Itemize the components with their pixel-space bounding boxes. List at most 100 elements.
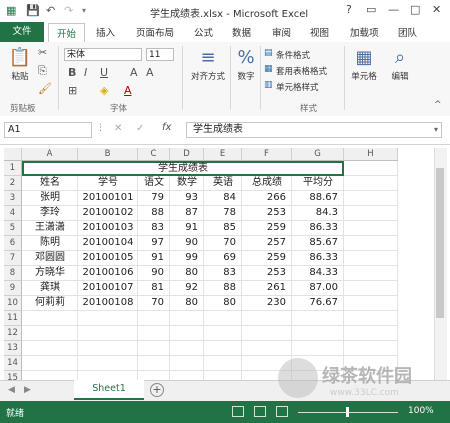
data-cell[interactable]: 85 xyxy=(204,221,242,236)
data-cell[interactable]: 20100101 xyxy=(78,191,138,206)
data-cell[interactable]: 80 xyxy=(170,296,204,311)
grid-cell[interactable] xyxy=(344,176,398,191)
column-header-c[interactable]: C xyxy=(138,148,170,161)
data-cell[interactable]: 257 xyxy=(242,236,292,251)
insert-function-icon[interactable]: fx xyxy=(162,122,171,133)
underline-icon[interactable]: U xyxy=(100,66,108,79)
grid-cell[interactable] xyxy=(344,236,398,251)
row-header-4[interactable]: 4 xyxy=(4,206,22,221)
data-cell[interactable]: 90 xyxy=(138,266,170,281)
data-cell[interactable]: 李玲 xyxy=(22,206,78,221)
copy-icon[interactable]: ⎘ xyxy=(38,64,47,78)
column-header-a[interactable]: A xyxy=(22,148,78,161)
grid-cell[interactable] xyxy=(344,311,398,326)
cancel-icon[interactable]: ✕ xyxy=(114,123,122,134)
format-as-table-button[interactable]: 套用表格格式 xyxy=(276,65,327,77)
tab-insert[interactable]: 插入 xyxy=(96,25,115,39)
header-cell[interactable]: 语文 xyxy=(138,176,170,191)
grid-cell[interactable] xyxy=(344,161,398,176)
zoom-slider-thumb[interactable] xyxy=(346,407,349,417)
grid-cell[interactable] xyxy=(344,281,398,296)
grid-cell[interactable] xyxy=(242,326,292,341)
grid-cell[interactable] xyxy=(242,311,292,326)
grid-cell[interactable] xyxy=(22,326,78,341)
header-cell[interactable]: 数学 xyxy=(170,176,204,191)
column-header-h[interactable]: H xyxy=(344,148,398,161)
grid-cell[interactable] xyxy=(344,221,398,236)
redo-icon[interactable]: ↷ xyxy=(64,4,73,18)
data-cell[interactable]: 261 xyxy=(242,281,292,296)
data-cell[interactable]: 259 xyxy=(242,221,292,236)
row-header-8[interactable]: 8 xyxy=(4,266,22,281)
grid-cell[interactable] xyxy=(204,326,242,341)
zoom-level[interactable]: 100% xyxy=(408,406,434,416)
data-cell[interactable]: 253 xyxy=(242,266,292,281)
cell-styles-button[interactable]: 单元格样式 xyxy=(276,81,319,93)
cells-button[interactable]: ▦ 单元格 xyxy=(346,46,382,82)
grid-cell[interactable] xyxy=(138,356,170,371)
data-cell[interactable]: 88.67 xyxy=(292,191,344,206)
grid-cell[interactable] xyxy=(344,191,398,206)
data-cell[interactable]: 王潇潇 xyxy=(22,221,78,236)
worksheet-grid[interactable]: ABCDEFGH12345678910111213141516学生成绩表姓名学号… xyxy=(4,148,432,401)
page-break-view-icon[interactable] xyxy=(276,406,288,417)
data-cell[interactable]: 230 xyxy=(242,296,292,311)
column-header-f[interactable]: F xyxy=(242,148,292,161)
header-cell[interactable]: 总成绩 xyxy=(242,176,292,191)
tab-file[interactable]: 文件 xyxy=(0,22,44,42)
data-cell[interactable]: 81 xyxy=(138,281,170,296)
prev-sheet-icon[interactable]: ◀ xyxy=(8,385,15,395)
sheet-tab-sheet1[interactable]: Sheet1 xyxy=(74,380,144,400)
data-cell[interactable]: 90 xyxy=(170,236,204,251)
row-header-10[interactable]: 10 xyxy=(4,296,22,311)
conditional-format-button[interactable]: 条件格式 xyxy=(276,49,310,61)
tab-data[interactable]: 数据 xyxy=(232,25,251,39)
name-box[interactable]: A1 xyxy=(4,122,92,138)
grid-cell[interactable] xyxy=(204,356,242,371)
data-cell[interactable]: 87.00 xyxy=(292,281,344,296)
grid-cell[interactable] xyxy=(344,206,398,221)
data-cell[interactable]: 85.67 xyxy=(292,236,344,251)
tab-home[interactable]: 开始 xyxy=(48,23,86,44)
grid-cell[interactable] xyxy=(204,341,242,356)
data-cell[interactable]: 88 xyxy=(204,281,242,296)
number-format-button[interactable]: % 数字 xyxy=(232,46,260,82)
grid-cell[interactable] xyxy=(292,326,344,341)
page-layout-view-icon[interactable] xyxy=(254,406,266,417)
column-header-g[interactable]: G xyxy=(292,148,344,161)
data-cell[interactable]: 84.33 xyxy=(292,266,344,281)
data-cell[interactable]: 张明 xyxy=(22,191,78,206)
grid-cell[interactable] xyxy=(78,311,138,326)
italic-icon[interactable]: I xyxy=(84,66,87,79)
row-header-13[interactable]: 13 xyxy=(4,341,22,356)
data-cell[interactable]: 93 xyxy=(170,191,204,206)
save-icon[interactable]: 💾 xyxy=(26,4,40,18)
data-cell[interactable]: 78 xyxy=(204,206,242,221)
grid-cell[interactable] xyxy=(138,311,170,326)
data-cell[interactable]: 266 xyxy=(242,191,292,206)
row-header-9[interactable]: 9 xyxy=(4,281,22,296)
scrollbar-thumb[interactable] xyxy=(436,168,444,318)
row-header-11[interactable]: 11 xyxy=(4,311,22,326)
grid-cell[interactable] xyxy=(344,326,398,341)
normal-view-icon[interactable] xyxy=(232,406,244,417)
tab-team[interactable]: 团队 xyxy=(398,25,417,39)
grid-cell[interactable] xyxy=(138,341,170,356)
border-icon[interactable]: ⊞ xyxy=(68,84,77,97)
bold-icon[interactable]: B xyxy=(68,66,76,79)
grid-cell[interactable] xyxy=(344,296,398,311)
data-cell[interactable]: 何莉莉 xyxy=(22,296,78,311)
data-cell[interactable]: 99 xyxy=(170,251,204,266)
grid-cell[interactable] xyxy=(344,266,398,281)
tab-view[interactable]: 视图 xyxy=(310,25,329,39)
cut-icon[interactable]: ✂ xyxy=(38,46,47,59)
data-cell[interactable]: 20100108 xyxy=(78,296,138,311)
tab-page-layout[interactable]: 页面布局 xyxy=(136,25,174,39)
row-header-1[interactable]: 1 xyxy=(4,161,22,176)
column-header-b[interactable]: B xyxy=(78,148,138,161)
font-color-icon[interactable]: A xyxy=(124,84,132,97)
row-header-2[interactable]: 2 xyxy=(4,176,22,191)
data-cell[interactable]: 83 xyxy=(204,266,242,281)
data-cell[interactable]: 253 xyxy=(242,206,292,221)
grid-cell[interactable] xyxy=(344,251,398,266)
